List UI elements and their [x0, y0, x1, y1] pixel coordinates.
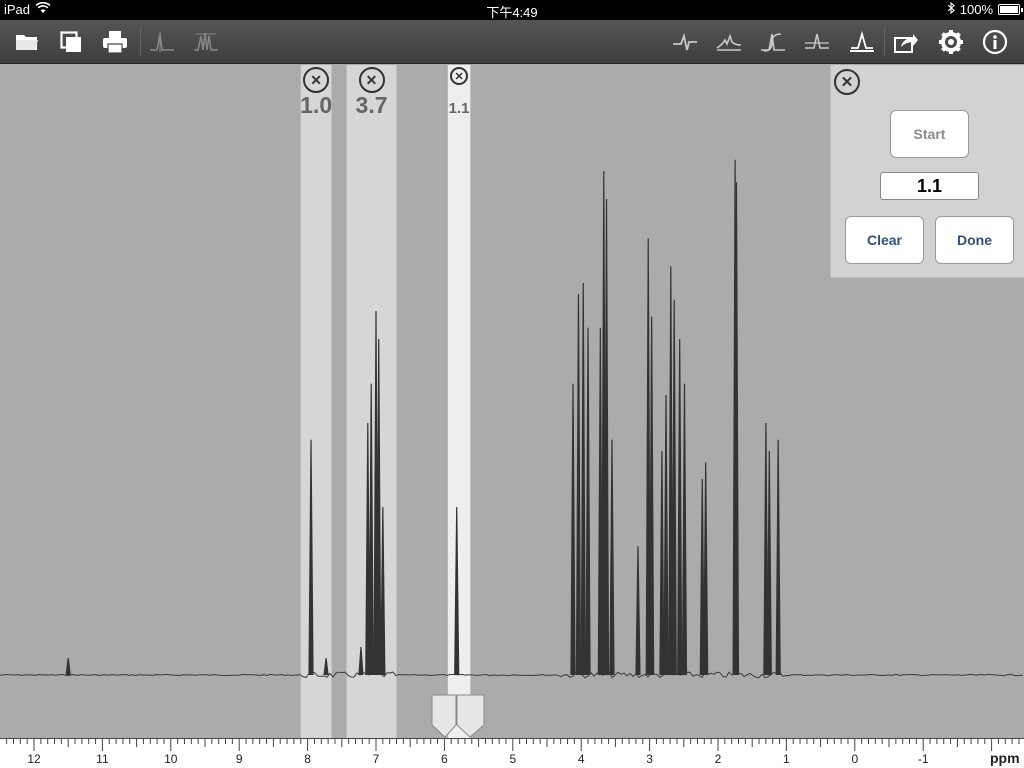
integral-value-field[interactable]: 1.1 [880, 172, 979, 200]
axis-tick-label: 0 [851, 752, 858, 766]
axis-tick-label: 1 [783, 752, 790, 766]
integrate-icon[interactable] [757, 26, 789, 58]
share-icon[interactable] [890, 26, 922, 58]
peak-pick-icon[interactable] [146, 26, 178, 58]
integral-value-label: 1.1 [448, 100, 470, 117]
integral-region[interactable] [300, 65, 332, 738]
info-icon[interactable] [979, 26, 1011, 58]
integral-region[interactable] [447, 65, 471, 738]
clear-button[interactable]: Clear [845, 216, 924, 264]
close-panel-icon[interactable]: ✕ [834, 69, 860, 95]
axis-tick-label: 3 [646, 752, 653, 766]
integral-value-label: 3.7 [355, 92, 388, 118]
start-button[interactable]: Start [890, 110, 969, 158]
integration-panel: ✕ Start 1.1 Clear Done [830, 65, 1024, 278]
battery-icon [998, 4, 1023, 15]
axis-tick-label: 4 [578, 752, 585, 766]
remove-integral-icon[interactable]: ✕ [303, 67, 330, 93]
axis-tick-label: 10 [164, 752, 178, 766]
peak-icon[interactable] [801, 26, 833, 58]
toolbar-separator [884, 28, 885, 56]
status-bar: iPad 下午4:49 100% [0, 0, 1024, 20]
axis-tick-label: 9 [236, 752, 243, 766]
done-button[interactable]: Done [935, 216, 1014, 264]
axis-tick-label: 2 [715, 752, 722, 766]
battery-percent: 100% [959, 2, 993, 17]
remove-integral-icon[interactable]: ✕ [358, 67, 385, 93]
folder-icon[interactable] [11, 26, 43, 58]
integral-value-label: 1.0 [300, 92, 333, 118]
copy-icon[interactable] [55, 26, 87, 58]
axis-tick-label: 11 [96, 752, 109, 766]
integral-region-icon[interactable] [846, 26, 878, 58]
baseline-icon[interactable] [713, 26, 745, 58]
phase-icon[interactable] [669, 26, 701, 58]
axis-tick-label: 7 [373, 752, 380, 766]
remove-integral-icon[interactable]: ✕ [450, 67, 469, 85]
multiplet-icon[interactable] [190, 26, 222, 58]
axis-tick-label: 5 [509, 752, 516, 766]
bluetooth-icon [947, 1, 955, 17]
toolbar [0, 20, 1024, 64]
axis-tick-label: 8 [304, 752, 311, 766]
gear-icon[interactable] [935, 26, 967, 58]
axis-unit-label: ppm [990, 750, 1020, 766]
axis-tick-label: -1 [918, 752, 929, 766]
axis-tick-label: 6 [441, 752, 448, 766]
toolbar-separator [140, 28, 141, 56]
clock: 下午4:49 [486, 5, 538, 20]
axis-tick-label: 12 [27, 752, 41, 766]
print-icon[interactable] [99, 26, 131, 58]
